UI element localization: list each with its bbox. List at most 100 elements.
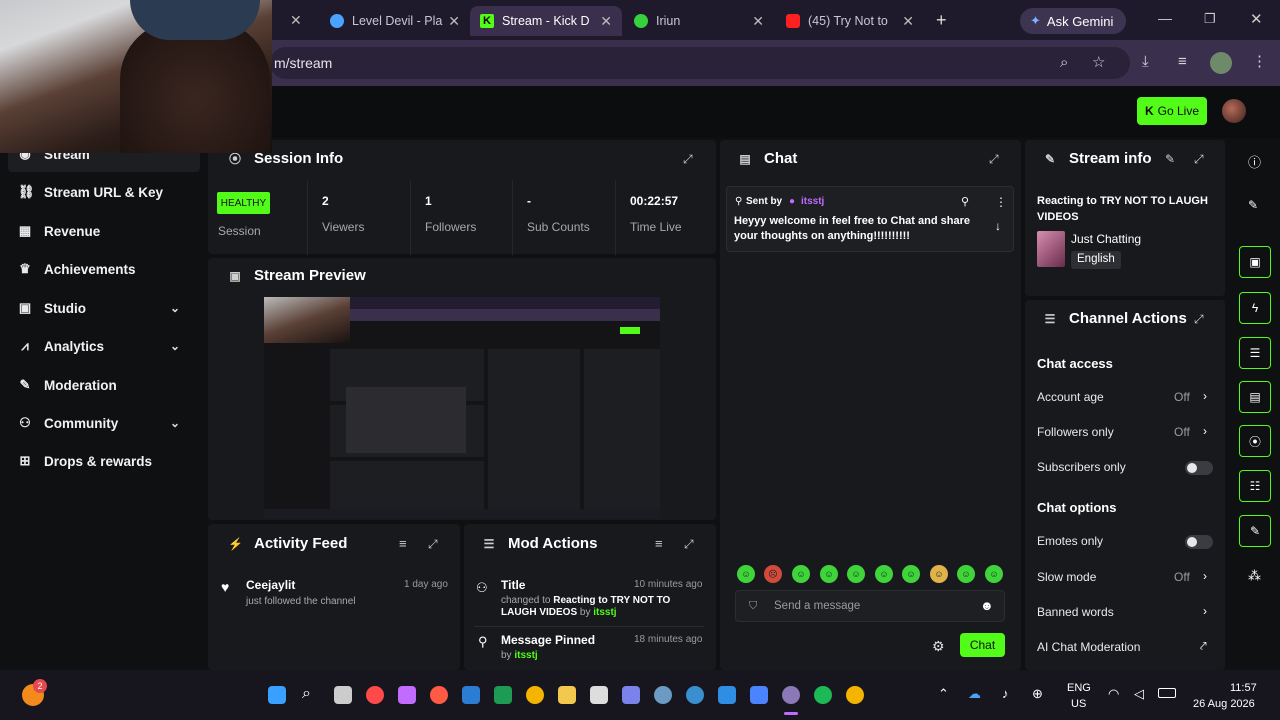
profile-avatar[interactable] bbox=[1210, 52, 1232, 74]
stream-preview-video[interactable] bbox=[264, 297, 660, 519]
restore-icon[interactable]: ❐ bbox=[1204, 11, 1216, 27]
language-indicator[interactable]: ENG bbox=[1067, 682, 1091, 694]
chrome-icon[interactable] bbox=[846, 686, 864, 704]
emote-icon[interactable]: ☺ bbox=[792, 565, 810, 583]
location-icon[interactable]: ⊕ bbox=[1032, 686, 1043, 702]
followers-only-label[interactable]: Followers only bbox=[1037, 425, 1114, 439]
emote-icon[interactable]: ☺ bbox=[902, 565, 920, 583]
filter-icon[interactable]: ≡ bbox=[399, 536, 407, 551]
chevron-right-icon[interactable]: › bbox=[1203, 424, 1207, 438]
clock-time[interactable]: 11:57 bbox=[1230, 682, 1257, 694]
info-icon[interactable]: ⓘ bbox=[1248, 152, 1261, 171]
go-live-button[interactable]: K Go Live bbox=[1137, 97, 1207, 125]
sidebar-item-moderation[interactable]: ✎ Moderation bbox=[18, 373, 117, 397]
copilot-icon[interactable] bbox=[398, 686, 416, 704]
onedrive-icon[interactable]: ☁ bbox=[968, 686, 981, 702]
emote-icon[interactable]: ☺ bbox=[957, 565, 975, 583]
battery-icon[interactable] bbox=[1158, 688, 1176, 698]
layout-icon[interactable]: ⁂ bbox=[1248, 568, 1261, 584]
popout-icon[interactable]: ⤢ bbox=[1194, 312, 1204, 327]
ask-gemini-button[interactable]: ✦ Ask Gemini bbox=[1020, 8, 1126, 34]
tab-level-devil[interactable]: Level Devil - Pla ✕ bbox=[320, 6, 470, 36]
rail-channel-actions-button[interactable]: ☷ bbox=[1239, 470, 1271, 502]
more-icon[interactable]: ⋮ bbox=[995, 195, 1007, 209]
rail-activity-button[interactable]: ϟ bbox=[1239, 292, 1271, 324]
chevron-up-icon[interactable]: ⌃ bbox=[938, 686, 949, 702]
emote-icon[interactable]: ☺ bbox=[737, 565, 755, 583]
spotify-icon[interactable] bbox=[814, 686, 832, 704]
url-field[interactable]: m/stream bbox=[270, 47, 1130, 79]
task-view-icon[interactable] bbox=[334, 686, 352, 704]
emote-icon[interactable]: ☺ bbox=[985, 565, 1003, 583]
emotes-only-toggle[interactable] bbox=[1185, 535, 1213, 549]
notepad-icon[interactable] bbox=[590, 686, 608, 704]
sidebar-item-achievements[interactable]: ♛ Achievements bbox=[18, 257, 135, 281]
media-list-icon[interactable]: ≡ bbox=[1178, 53, 1187, 70]
emote-icon[interactable]: ☺ bbox=[930, 565, 948, 583]
sidebar-item-studio[interactable]: ▣ Studio ⌄ bbox=[18, 296, 180, 320]
pinned-user[interactable]: itsstj bbox=[801, 196, 824, 207]
tab-stream-kick[interactable]: K Stream - Kick D ✕ bbox=[470, 6, 622, 36]
chevron-right-icon[interactable]: › bbox=[1203, 604, 1207, 618]
popout-icon[interactable]: ⤢ bbox=[428, 537, 438, 552]
chat-message-input[interactable]: ⛉ Send a message ☻ bbox=[735, 590, 1005, 622]
edit-icon[interactable]: ✎ bbox=[1248, 198, 1258, 212]
activity-user[interactable]: Ceejaylit bbox=[246, 578, 295, 592]
close-tab-icon[interactable]: ✕ bbox=[290, 12, 302, 29]
popout-icon[interactable]: ⤢ bbox=[989, 152, 999, 167]
emote-icon[interactable]: ☺ bbox=[875, 565, 893, 583]
send-chat-button[interactable]: Chat bbox=[960, 633, 1005, 657]
chrome-icon[interactable] bbox=[526, 686, 544, 704]
sidebar-item-community[interactable]: ⚇ Community ⌄ bbox=[18, 411, 180, 435]
expand-down-icon[interactable]: ↓ bbox=[995, 219, 1001, 233]
app-icon[interactable] bbox=[750, 686, 768, 704]
emoji-icon[interactable]: ☻ bbox=[980, 598, 994, 613]
sidebar-item-stream-url-key[interactable]: ⛓ Stream URL & Key bbox=[18, 180, 163, 204]
close-tab-icon[interactable]: ✕ bbox=[752, 13, 764, 30]
app-icon[interactable] bbox=[654, 686, 672, 704]
avatar[interactable] bbox=[1222, 99, 1246, 123]
close-tab-icon[interactable]: ✕ bbox=[902, 13, 914, 30]
mod-detail-user[interactable]: itsstj bbox=[593, 607, 616, 618]
tab-youtube[interactable]: (45) Try Not to ✕ bbox=[776, 6, 924, 36]
chevron-right-icon[interactable]: › bbox=[1203, 389, 1207, 403]
app-icon[interactable] bbox=[430, 686, 448, 704]
unpin-icon[interactable]: ⚲ bbox=[961, 195, 969, 208]
new-tab-button[interactable]: + bbox=[936, 10, 947, 31]
tab-iriun[interactable]: Iriun ✕ bbox=[624, 6, 774, 36]
download-icon[interactable]: ⤓ bbox=[1142, 53, 1149, 70]
emote-icon[interactable]: ☺ bbox=[847, 565, 865, 583]
emote-icon[interactable]: ☺ bbox=[820, 565, 838, 583]
microphone-icon[interactable]: ♪ bbox=[1002, 686, 1009, 701]
bookmark-star-icon[interactable]: ☆ bbox=[1092, 53, 1105, 71]
excel-icon[interactable] bbox=[494, 686, 512, 704]
close-window-icon[interactable]: ✕ bbox=[1250, 10, 1263, 28]
popout-icon[interactable]: ⤢ bbox=[1194, 152, 1204, 167]
close-tab-icon[interactable]: ✕ bbox=[448, 13, 460, 30]
file-explorer-icon[interactable] bbox=[558, 686, 576, 704]
teams-icon[interactable] bbox=[622, 686, 640, 704]
search-icon[interactable]: ⌕ bbox=[302, 685, 311, 703]
close-tab-icon[interactable]: ✕ bbox=[600, 13, 612, 30]
app-icon[interactable] bbox=[366, 686, 384, 704]
windows-start-icon[interactable] bbox=[268, 686, 286, 704]
rail-stream-info-button[interactable]: ✎ bbox=[1239, 515, 1271, 547]
category-name[interactable]: Just Chatting bbox=[1071, 232, 1141, 246]
popout-icon[interactable]: ⤢ bbox=[683, 152, 693, 167]
rail-chat-button[interactable]: ▤ bbox=[1239, 381, 1271, 413]
ai-moderation-label[interactable]: AI Chat Moderation bbox=[1037, 640, 1140, 654]
wifi-icon[interactable]: ◠ bbox=[1108, 686, 1119, 702]
minimize-icon[interactable]: — bbox=[1158, 10, 1172, 26]
account-age-label[interactable]: Account age bbox=[1037, 390, 1104, 404]
sidebar-item-revenue[interactable]: ▦ Revenue bbox=[18, 219, 100, 243]
outlook-icon[interactable] bbox=[462, 686, 480, 704]
rail-mod-actions-button[interactable]: ☰ bbox=[1239, 337, 1271, 369]
obs-icon[interactable] bbox=[782, 686, 800, 704]
rail-preview-button[interactable]: ▣ bbox=[1239, 246, 1271, 278]
popout-icon[interactable]: ⤢ bbox=[684, 537, 694, 552]
banned-words-label[interactable]: Banned words bbox=[1037, 605, 1114, 619]
search-icon[interactable]: ⌕ bbox=[1060, 54, 1068, 71]
chevron-right-icon[interactable]: › bbox=[1203, 569, 1207, 583]
volume-icon[interactable]: ◁ bbox=[1134, 686, 1144, 702]
clock-date[interactable]: 26 Aug 2026 bbox=[1193, 698, 1255, 710]
